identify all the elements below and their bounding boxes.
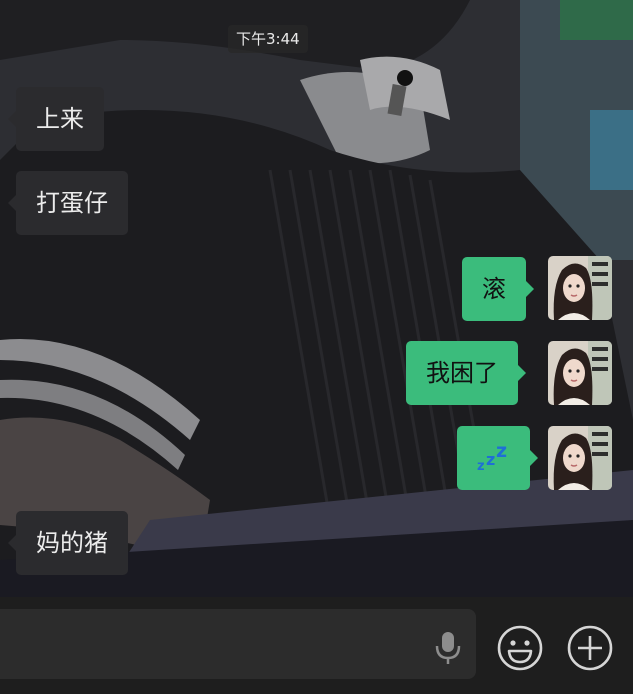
incoming-message-bubble[interactable]: 妈的猪: [8, 511, 128, 575]
message-text: 打蛋仔: [36, 189, 108, 217]
avatar-photo: [548, 256, 612, 320]
message-text: 我困了: [426, 359, 498, 387]
zzz-small: z: [477, 459, 485, 474]
message-text: 上来: [36, 105, 84, 133]
message-input[interactable]: [0, 609, 476, 679]
incoming-message-bubble[interactable]: 打蛋仔: [8, 171, 128, 235]
my-avatar[interactable]: [548, 341, 612, 405]
outgoing-message-bubble[interactable]: 我困了: [406, 341, 526, 405]
outgoing-emoji-bubble[interactable]: z z z: [457, 426, 538, 490]
outgoing-message-bubble[interactable]: 滚: [462, 257, 534, 321]
message-timestamp: 下午3:44: [228, 25, 308, 53]
incoming-message-bubble[interactable]: 上来: [8, 87, 104, 151]
plus-circle-icon[interactable]: [566, 624, 614, 672]
zzz-big: z: [496, 440, 508, 462]
sleeping-zzz-icon: z z z: [477, 442, 511, 476]
zzz-mid: z: [486, 450, 496, 469]
smiley-face-icon[interactable]: [496, 624, 544, 672]
message-text: 妈的猪: [36, 529, 108, 557]
my-avatar[interactable]: [548, 256, 612, 320]
microphone-icon[interactable]: [432, 630, 464, 666]
avatar-photo: [548, 341, 612, 405]
my-avatar[interactable]: [548, 426, 612, 490]
avatar-photo: [548, 426, 612, 490]
message-text: 滚: [482, 275, 506, 303]
